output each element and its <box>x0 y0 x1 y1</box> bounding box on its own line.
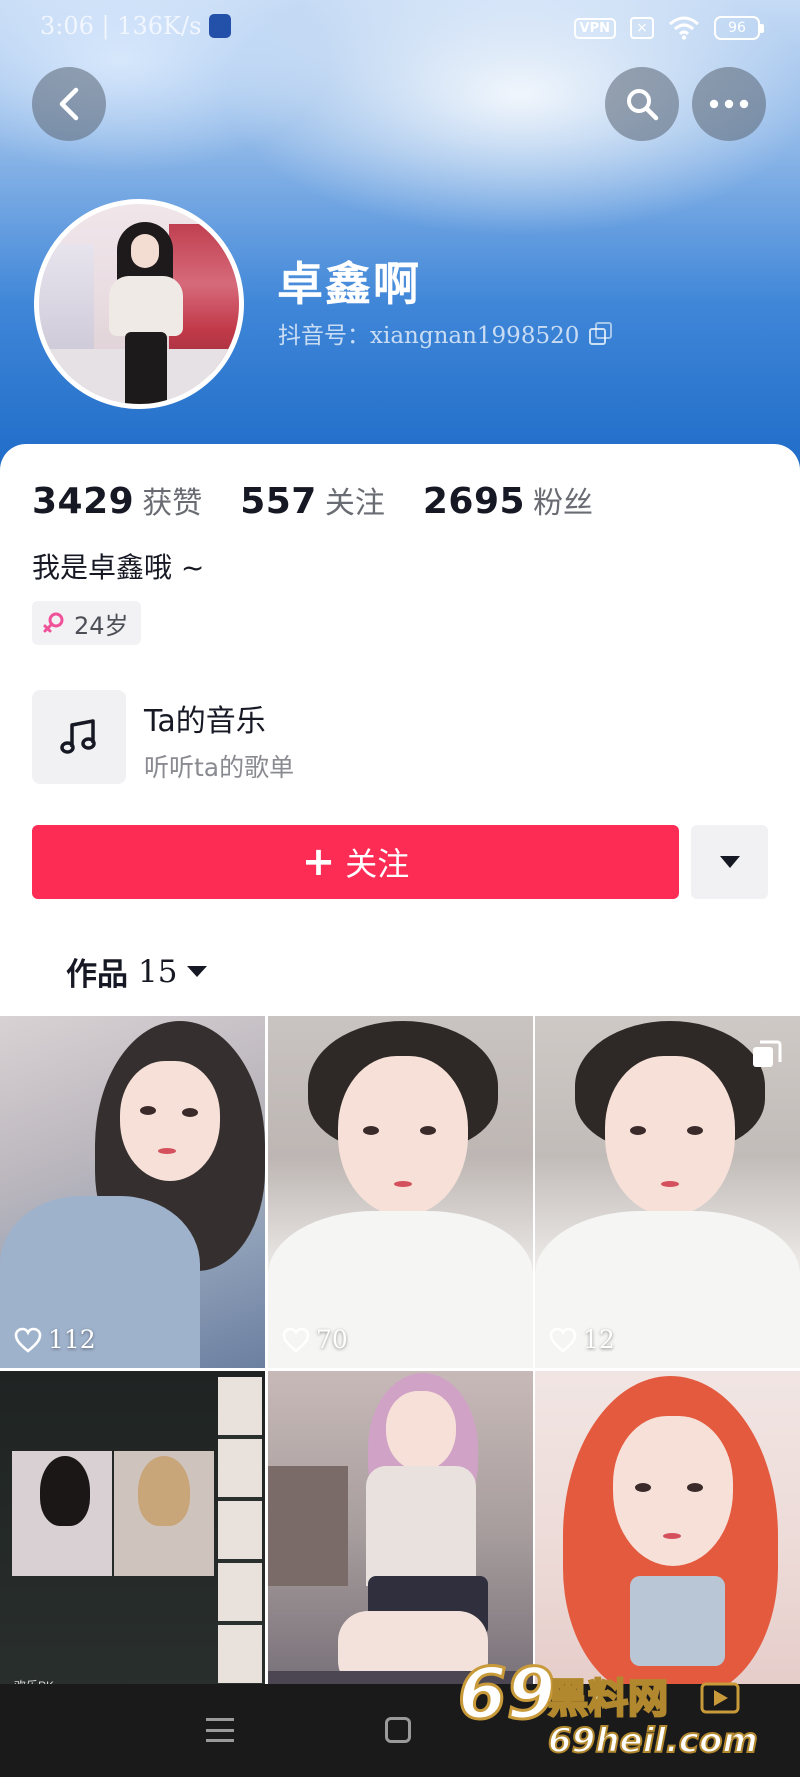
vpn-icon: VPN <box>573 17 616 39</box>
follow-button[interactable]: + 关注 <box>32 825 679 899</box>
music-entry[interactable]: Ta的音乐 听听ta的歌单 <box>32 690 532 784</box>
thumb-eye <box>687 1483 703 1492</box>
more-dots-icon <box>709 99 749 109</box>
thumb-hair <box>138 1456 190 1526</box>
status-bar: 3:06 | 136K/s VPN × 96 <box>0 0 800 56</box>
stat-label: 粉丝 <box>533 486 594 521</box>
age-text: 24岁 <box>74 611 129 640</box>
thumb-shirt <box>366 1466 476 1586</box>
profile-name: 卓鑫啊 <box>277 257 421 311</box>
heart-icon <box>14 1327 42 1353</box>
profile-bio: 我是卓鑫哦 ~ <box>32 551 205 584</box>
avatar-body <box>109 276 183 336</box>
thumb-eye <box>687 1126 703 1135</box>
multi-image-icon <box>753 1040 782 1067</box>
chevron-left-icon <box>59 87 79 121</box>
thumb-face <box>386 1391 456 1471</box>
stat-value: 557 <box>240 481 317 522</box>
svg-text:69: 69 <box>458 1653 555 1735</box>
profile-page: 3:06 | 136K/s VPN × 96 卓鑫啊 抖音号：xiangnan1… <box>0 0 800 1777</box>
thumb-eye <box>635 1483 651 1492</box>
thumb-face <box>613 1416 733 1566</box>
thumb-eye <box>420 1126 436 1135</box>
copy-icon[interactable] <box>589 322 613 345</box>
thumb-eye <box>140 1106 156 1115</box>
heart-icon <box>282 1327 310 1353</box>
stat-value: 2695 <box>422 481 526 522</box>
music-icon-box <box>32 690 126 784</box>
back-button[interactable] <box>32 67 106 141</box>
thumb-face <box>338 1056 468 1216</box>
thumb-eye <box>630 1126 646 1135</box>
stat-following[interactable]: 557 关注 <box>240 478 385 522</box>
search-button[interactable] <box>605 67 679 141</box>
thumb-hair <box>40 1456 90 1526</box>
douyin-id-row[interactable]: 抖音号：xiangnan1998520 <box>278 316 613 350</box>
music-subtitle: 听听ta的歌单 <box>144 753 295 782</box>
search-icon <box>627 89 659 121</box>
video-likes: 12 <box>549 1325 615 1354</box>
menu-icon[interactable] <box>206 1718 234 1742</box>
thumb-lip <box>663 1533 681 1539</box>
stat-likes[interactable]: 3429 获赞 <box>32 478 202 522</box>
site-watermark-logo: 69 黑料网 69heil.com <box>457 1652 759 1763</box>
works-count: 15 <box>138 953 178 990</box>
works-label: 作品 <box>66 957 128 993</box>
douyin-id-text: 抖音号：xiangnan1998520 <box>278 323 580 349</box>
home-square-icon[interactable] <box>385 1717 411 1743</box>
stat-followers[interactable]: 2695 粉丝 <box>423 478 593 522</box>
thumb-face <box>605 1056 735 1216</box>
more-button[interactable] <box>692 67 766 141</box>
svg-text:黑料网: 黑料网 <box>548 1676 668 1722</box>
thumb-lip <box>158 1148 176 1154</box>
stat-value: 3429 <box>32 481 135 522</box>
caret-down-icon <box>719 856 740 868</box>
female-gender-icon <box>43 612 64 633</box>
svg-text:69heil.com: 69heil.com <box>548 1721 758 1761</box>
thumb-lip <box>394 1181 412 1187</box>
likes-count: 70 <box>316 1325 348 1354</box>
status-icons: VPN × 96 <box>573 16 764 40</box>
avatar-legs <box>125 332 167 404</box>
avatar-bg-shelf <box>39 244 94 354</box>
video-likes: 70 <box>282 1325 348 1354</box>
follow-label: 关注 <box>345 845 410 883</box>
app-notification-icon <box>209 14 232 38</box>
video-thumbnail[interactable]: 70 <box>268 1016 533 1368</box>
likes-count: 12 <box>583 1325 615 1354</box>
music-note-icon <box>60 719 96 754</box>
video-thumbnail[interactable]: 欢乐PK <box>0 1371 265 1723</box>
age-gender-tag: 24岁 <box>32 601 141 645</box>
video-likes: 112 <box>14 1325 96 1354</box>
thumb-face <box>120 1061 220 1181</box>
status-time-text: 3:06 | 136K/s <box>40 12 202 40</box>
stat-label: 获赞 <box>142 486 203 521</box>
caret-down-icon <box>187 966 208 977</box>
music-title: Ta的音乐 <box>144 704 266 739</box>
likes-count: 112 <box>48 1325 96 1354</box>
wifi-icon <box>669 16 699 40</box>
video-thumbnail[interactable]: 12 <box>535 1016 800 1368</box>
stat-label: 关注 <box>324 486 385 521</box>
video-thumbnail[interactable]: 112 <box>0 1016 265 1368</box>
thumb-lip <box>661 1181 679 1187</box>
thumb-shelf <box>268 1466 348 1586</box>
thumb-eye <box>363 1126 379 1135</box>
thumb-eye <box>182 1108 198 1117</box>
heart-icon <box>549 1327 577 1353</box>
no-sim-icon: × <box>630 17 654 39</box>
avatar-face <box>131 234 159 268</box>
battery-icon: 96 <box>714 16 764 40</box>
recommend-dropdown-button[interactable] <box>691 825 768 899</box>
tab-works[interactable]: 作品 15 <box>66 949 208 994</box>
avatar[interactable] <box>34 199 244 409</box>
battery-level: 96 <box>728 20 746 36</box>
plus-icon: + <box>301 839 336 885</box>
pk-side-strip <box>218 1377 262 1723</box>
status-time-speed: 3:06 | 136K/s <box>40 12 232 40</box>
profile-stats: 3429 获赞 557 关注 2695 粉丝 <box>32 478 631 522</box>
